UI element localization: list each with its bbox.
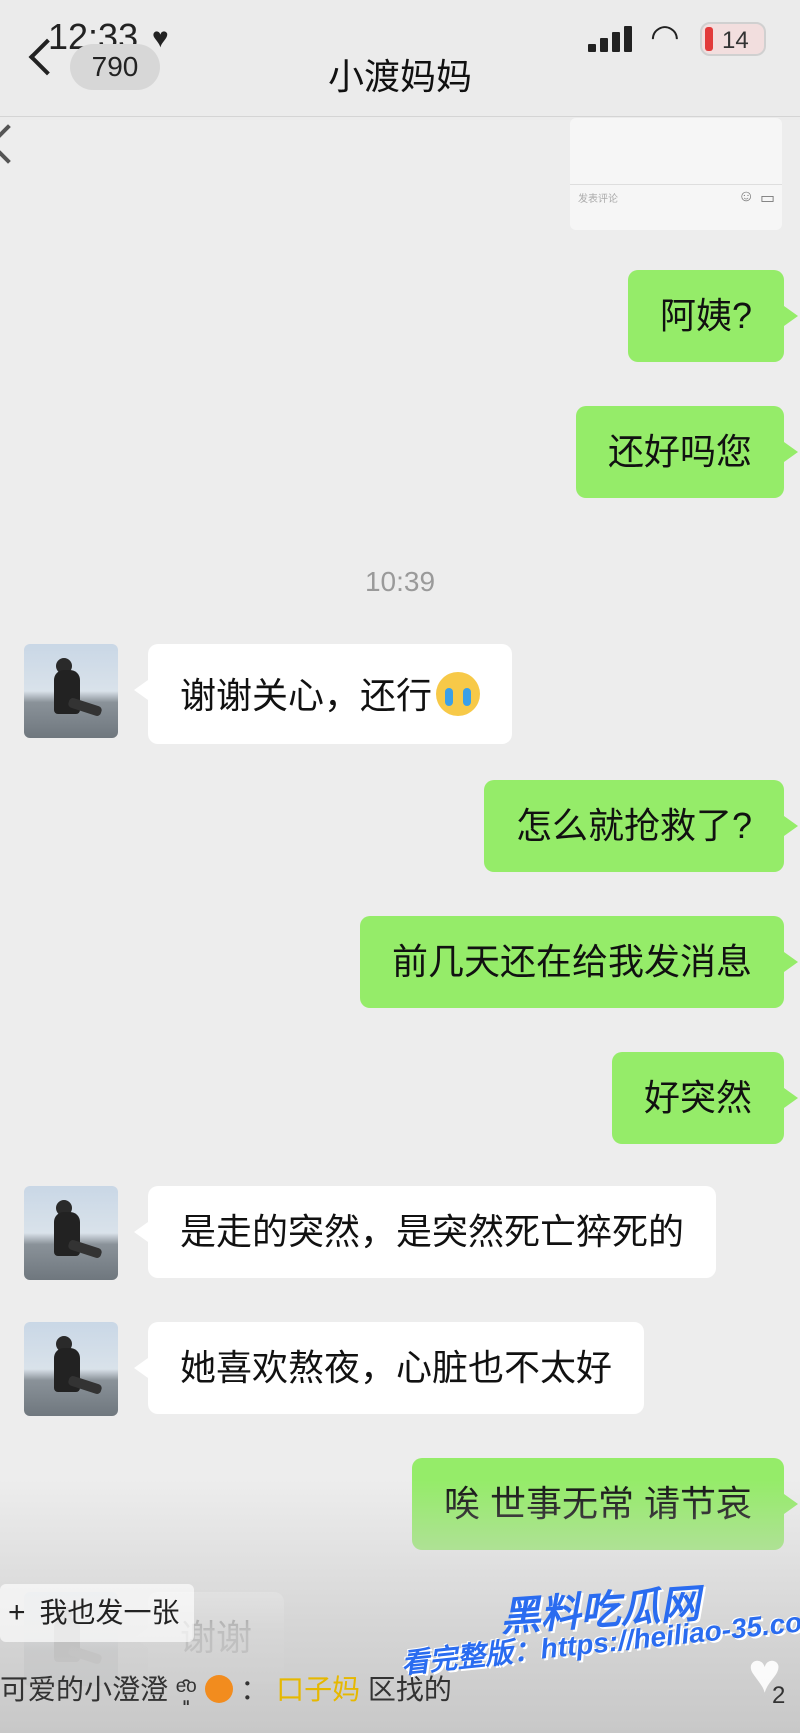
message-bubble-outgoing[interactable]: 还好吗您	[575, 406, 799, 498]
crying-emoji-icon	[436, 672, 481, 716]
message-bubble-outgoing[interactable]: 阿姨?	[627, 270, 799, 362]
contact-avatar[interactable]	[24, 1322, 118, 1416]
plus-icon: +	[8, 1596, 26, 1629]
message-bubble-outgoing[interactable]: 前几天还在给我发消息	[359, 916, 799, 1008]
contact-avatar[interactable]	[24, 644, 118, 738]
post-also-label: 我也发一张	[39, 1597, 180, 1628]
message-bubble-incoming[interactable]: 谢谢关心，还行	[133, 644, 513, 744]
chevron-left-icon	[0, 124, 28, 164]
caption-text: 口子妈	[276, 1674, 361, 1705]
video-caption[interactable]: 可爱的小澄澄 ᵉ͈̑ᵒ ： 口子妈 区找的	[0, 1668, 452, 1708]
contact-avatar[interactable]	[24, 1186, 118, 1280]
quoted-image-card[interactable]: 发表评论 ☺ ▭	[570, 118, 782, 230]
comment-placeholder: 发表评论	[578, 194, 618, 205]
emoji-icon: ☺	[738, 188, 755, 205]
post-also-button[interactable]: + 我也发一张	[0, 1584, 194, 1642]
message-bubble-outgoing[interactable]: 怎么就抢救了?	[483, 780, 799, 872]
caption-colon: ：	[240, 1674, 269, 1705]
message-text: 谢谢关心，还行	[180, 675, 433, 716]
like-count: 2	[772, 1682, 786, 1709]
message-bubble-incoming[interactable]: 是走的突然，是突然死亡猝死的	[133, 1186, 717, 1278]
caption-user: 可爱的小澄澄 ᵉ͈̑ᵒ	[0, 1674, 197, 1705]
orange-icon	[204, 1675, 233, 1703]
image-icon: ▭	[760, 190, 776, 207]
message-bubble-outgoing[interactable]: 好突然	[611, 1052, 799, 1144]
nav-divider	[0, 116, 800, 117]
message-bubble-incoming[interactable]: 她喜欢熬夜，心脏也不太好	[133, 1322, 645, 1414]
chat-timestamp: 10:39	[364, 566, 436, 597]
chat-title: 小渡妈妈	[327, 56, 472, 97]
